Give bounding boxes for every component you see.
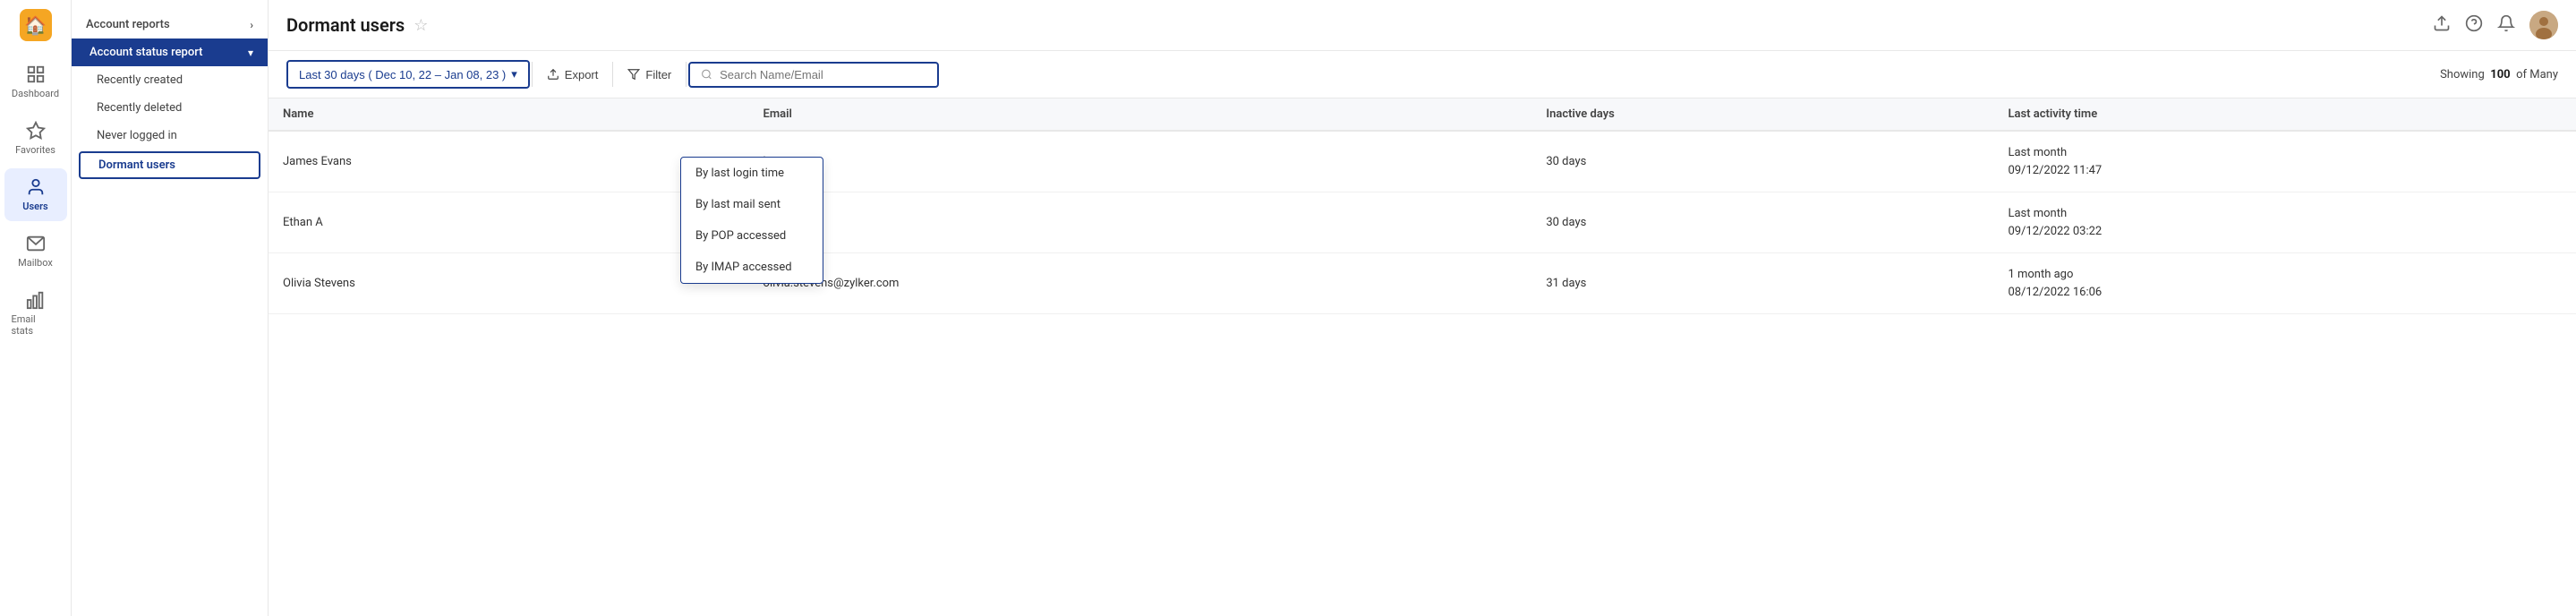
- cell-last-activity: Last month 09/12/2022 11:47: [1993, 131, 2576, 192]
- recently-deleted-label: Recently deleted: [97, 101, 182, 115]
- sidebar-item-label: Mailbox: [18, 257, 53, 269]
- filter-icon: [627, 68, 640, 81]
- logo-icon: 🏠: [24, 14, 47, 36]
- table-header-row: Name Email Inactive days Last activity t…: [269, 98, 2576, 131]
- table-row: Olivia Stevens olivia.stevens@zylker.com…: [269, 253, 2576, 314]
- sidebar-item-dashboard[interactable]: Dashboard: [4, 56, 67, 108]
- notification-icon[interactable]: [2497, 14, 2515, 37]
- dormant-users-table: Name Email Inactive days Last activity t…: [269, 98, 2576, 314]
- chevron-right-icon: ›: [250, 19, 253, 31]
- showing-label: Showing: [2440, 68, 2485, 81]
- cell-name: Ethan A: [269, 192, 749, 253]
- cell-last-activity: Last month 09/12/2022 03:22: [1993, 192, 2576, 253]
- divider-1: [532, 62, 533, 87]
- last-activity-datetime: 09/12/2022 11:47: [2008, 162, 2562, 180]
- account-reports-label: Account reports: [86, 18, 170, 31]
- dropdown-item-last-login[interactable]: By last login time: [681, 158, 823, 189]
- favorite-star-icon[interactable]: ☆: [414, 16, 428, 35]
- toolbar: Last 30 days ( Dec 10, 22 – Jan 08, 23 )…: [269, 51, 2576, 98]
- last-activity-datetime: 08/12/2022 16:06: [2008, 284, 2562, 302]
- recently-created-label: Recently created: [97, 73, 183, 87]
- search-icon: [701, 68, 712, 81]
- cell-email: crmwo...: [749, 192, 1532, 253]
- filter-button[interactable]: Filter: [615, 63, 684, 87]
- col-email: Email: [749, 98, 1532, 131]
- search-input[interactable]: [720, 68, 926, 81]
- star-icon: [26, 121, 46, 141]
- avatar-image: [2529, 11, 2558, 39]
- col-name: Name: [269, 98, 749, 131]
- showing-number: 100: [2490, 68, 2510, 81]
- export-button[interactable]: Export: [534, 63, 611, 87]
- sidebar-item-recently-created[interactable]: Recently created: [72, 66, 268, 94]
- sidebar-item-favorites[interactable]: Favorites: [4, 112, 67, 165]
- sidebar-item-dormant-users[interactable]: Dormant users: [79, 151, 260, 179]
- col-inactive-days: Inactive days: [1531, 98, 1993, 131]
- dropdown-item-imap-accessed[interactable]: By IMAP accessed: [681, 252, 823, 283]
- chart-icon: [26, 290, 46, 310]
- divider-3: [686, 62, 687, 87]
- sidebar-item-account-status[interactable]: Account status report ▾: [72, 38, 268, 66]
- chevron-down-icon: ▾: [511, 67, 517, 81]
- sidebar-item-label: Users: [22, 201, 47, 212]
- last-activity-relative: Last month: [2008, 144, 2562, 162]
- sidebar-item-never-logged-in[interactable]: Never logged in: [72, 122, 268, 150]
- export-icon: [547, 68, 559, 81]
- divider-2: [612, 62, 613, 87]
- export-label: Export: [565, 68, 599, 81]
- sidebar-item-recently-deleted[interactable]: Recently deleted: [72, 94, 268, 122]
- top-bar-actions: [2433, 11, 2558, 39]
- last-activity-relative: 1 month ago: [2008, 266, 2562, 284]
- sidebar-second: Account reports › Account status report …: [72, 0, 269, 616]
- cell-email: james.e...: [749, 131, 1532, 192]
- sidebar-item-mailbox[interactable]: Mailbox: [4, 225, 67, 278]
- cell-email: olivia.stevens@zylker.com: [749, 253, 1532, 314]
- sidebar-left: 🏠 Dashboard Favorites Users Mailbox: [0, 0, 72, 616]
- date-filter-label: Last 30 days ( Dec 10, 22 – Jan 08, 23 ): [299, 68, 506, 81]
- sidebar-item-users[interactable]: Users: [4, 168, 67, 221]
- cell-last-activity: 1 month ago 08/12/2022 16:06: [1993, 253, 2576, 314]
- table-row: James Evans james.e... 30 days Last mont…: [269, 131, 2576, 192]
- date-filter-button[interactable]: Last 30 days ( Dec 10, 22 – Jan 08, 23 )…: [286, 60, 530, 89]
- sidebar-item-email-stats[interactable]: Email stats: [4, 281, 67, 346]
- sort-dropdown-menu: By last login time By last mail sent By …: [680, 157, 823, 284]
- search-box[interactable]: [688, 62, 939, 88]
- sidebar-item-label: Favorites: [15, 144, 55, 156]
- app-logo: 🏠: [20, 9, 52, 41]
- dropdown-item-pop-accessed[interactable]: By POP accessed: [681, 220, 823, 252]
- filter-label: Filter: [645, 68, 671, 81]
- sidebar-item-label: Dashboard: [12, 88, 59, 99]
- table-row: Ethan A crmwo... 30 days Last month 09/1…: [269, 192, 2576, 253]
- user-icon: [26, 177, 46, 197]
- cell-inactive-days: 31 days: [1531, 253, 1993, 314]
- help-icon[interactable]: [2465, 14, 2483, 37]
- upload-icon[interactable]: [2433, 14, 2451, 37]
- dropdown-item-last-mail[interactable]: By last mail sent: [681, 189, 823, 220]
- cell-inactive-days: 30 days: [1531, 131, 1993, 192]
- table-container: Name Email Inactive days Last activity t…: [269, 98, 2576, 616]
- top-bar: Dormant users ☆: [269, 0, 2576, 51]
- last-activity-datetime: 09/12/2022 03:22: [2008, 223, 2562, 241]
- cell-name: Olivia Stevens: [269, 253, 749, 314]
- last-activity-relative: Last month: [2008, 205, 2562, 223]
- avatar[interactable]: [2529, 11, 2558, 39]
- account-reports-header[interactable]: Account reports ›: [72, 11, 268, 38]
- account-status-label: Account status report: [90, 46, 202, 59]
- dormant-users-label: Dormant users: [98, 158, 175, 172]
- toolbar-left: Last 30 days ( Dec 10, 22 – Jan 08, 23 )…: [286, 60, 939, 89]
- showing-suffix: of Many: [2516, 68, 2558, 81]
- cell-name: James Evans: [269, 131, 749, 192]
- col-last-activity: Last activity time: [1993, 98, 2576, 131]
- mail-icon: [26, 234, 46, 253]
- never-logged-in-label: Never logged in: [97, 129, 177, 142]
- page-title-area: Dormant users ☆: [286, 14, 428, 36]
- sidebar-item-label: Email stats: [12, 313, 60, 337]
- cell-inactive-days: 30 days: [1531, 192, 1993, 253]
- showing-count: Showing 100 of Many: [2440, 68, 2558, 81]
- chevron-down-icon: ▾: [248, 47, 253, 59]
- main-content: Dormant users ☆: [269, 0, 2576, 616]
- page-title: Dormant users: [286, 14, 405, 36]
- grid-icon: [26, 64, 46, 84]
